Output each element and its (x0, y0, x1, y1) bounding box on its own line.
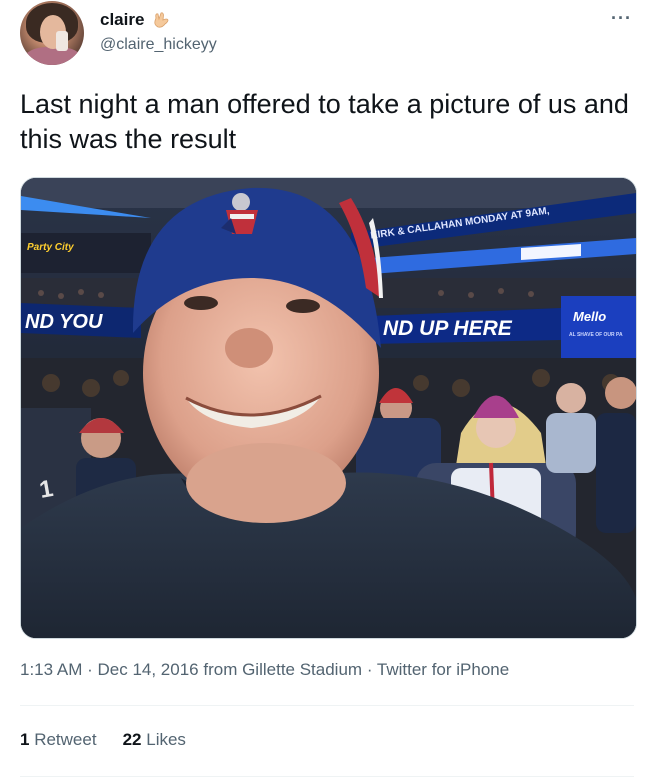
partner-logo: Mello (573, 309, 606, 324)
retweets-label: Retweet (34, 730, 97, 749)
meta-separator: · (362, 660, 377, 679)
retweets-stat[interactable]: 1 Retweet (20, 730, 97, 750)
party-city-sign: Party City (27, 242, 74, 253)
call-me-hand-icon (150, 9, 172, 31)
tweet-text: Last night a man offered to take a pictu… (20, 89, 629, 154)
author-name-row[interactable]: claire (100, 9, 172, 31)
tweet-meta: 1:13 AM · Dec 14, 2016 from Gillette Sta… (20, 660, 509, 680)
partner-tagline: AL SHAVE OF OUR PA (569, 332, 623, 338)
tweet-time[interactable]: 1:13 AM (20, 660, 82, 679)
tweet-location[interactable]: from Gillette Stadium (203, 660, 362, 679)
left-banner: ND YOU (25, 311, 103, 333)
right-banner: ND UP HERE (383, 317, 513, 340)
avatar[interactable] (20, 1, 84, 65)
likes-stat[interactable]: 22 Likes (123, 730, 186, 750)
more-options-icon[interactable]: ··· (611, 8, 632, 29)
divider (20, 776, 634, 777)
retweets-count: 1 (20, 730, 30, 749)
display-name[interactable]: claire (100, 10, 144, 30)
divider (20, 705, 634, 706)
tweet-card: claire @claire_hickeyy ··· Last night a … (0, 0, 654, 783)
tweet-stats: 1 Retweet 22 Likes (20, 730, 186, 750)
tweet-date[interactable]: Dec 14, 2016 (97, 660, 198, 679)
likes-label: Likes (146, 730, 186, 749)
likes-count: 22 (122, 730, 142, 749)
author-handle[interactable]: @claire_hickeyy (100, 36, 217, 54)
tweet-source[interactable]: Twitter for iPhone (377, 660, 509, 679)
tweet-photo[interactable]: Party City N KIRK & CALLAHAN MONDAY AT 9… (20, 177, 637, 639)
meta-separator: · (82, 660, 98, 679)
